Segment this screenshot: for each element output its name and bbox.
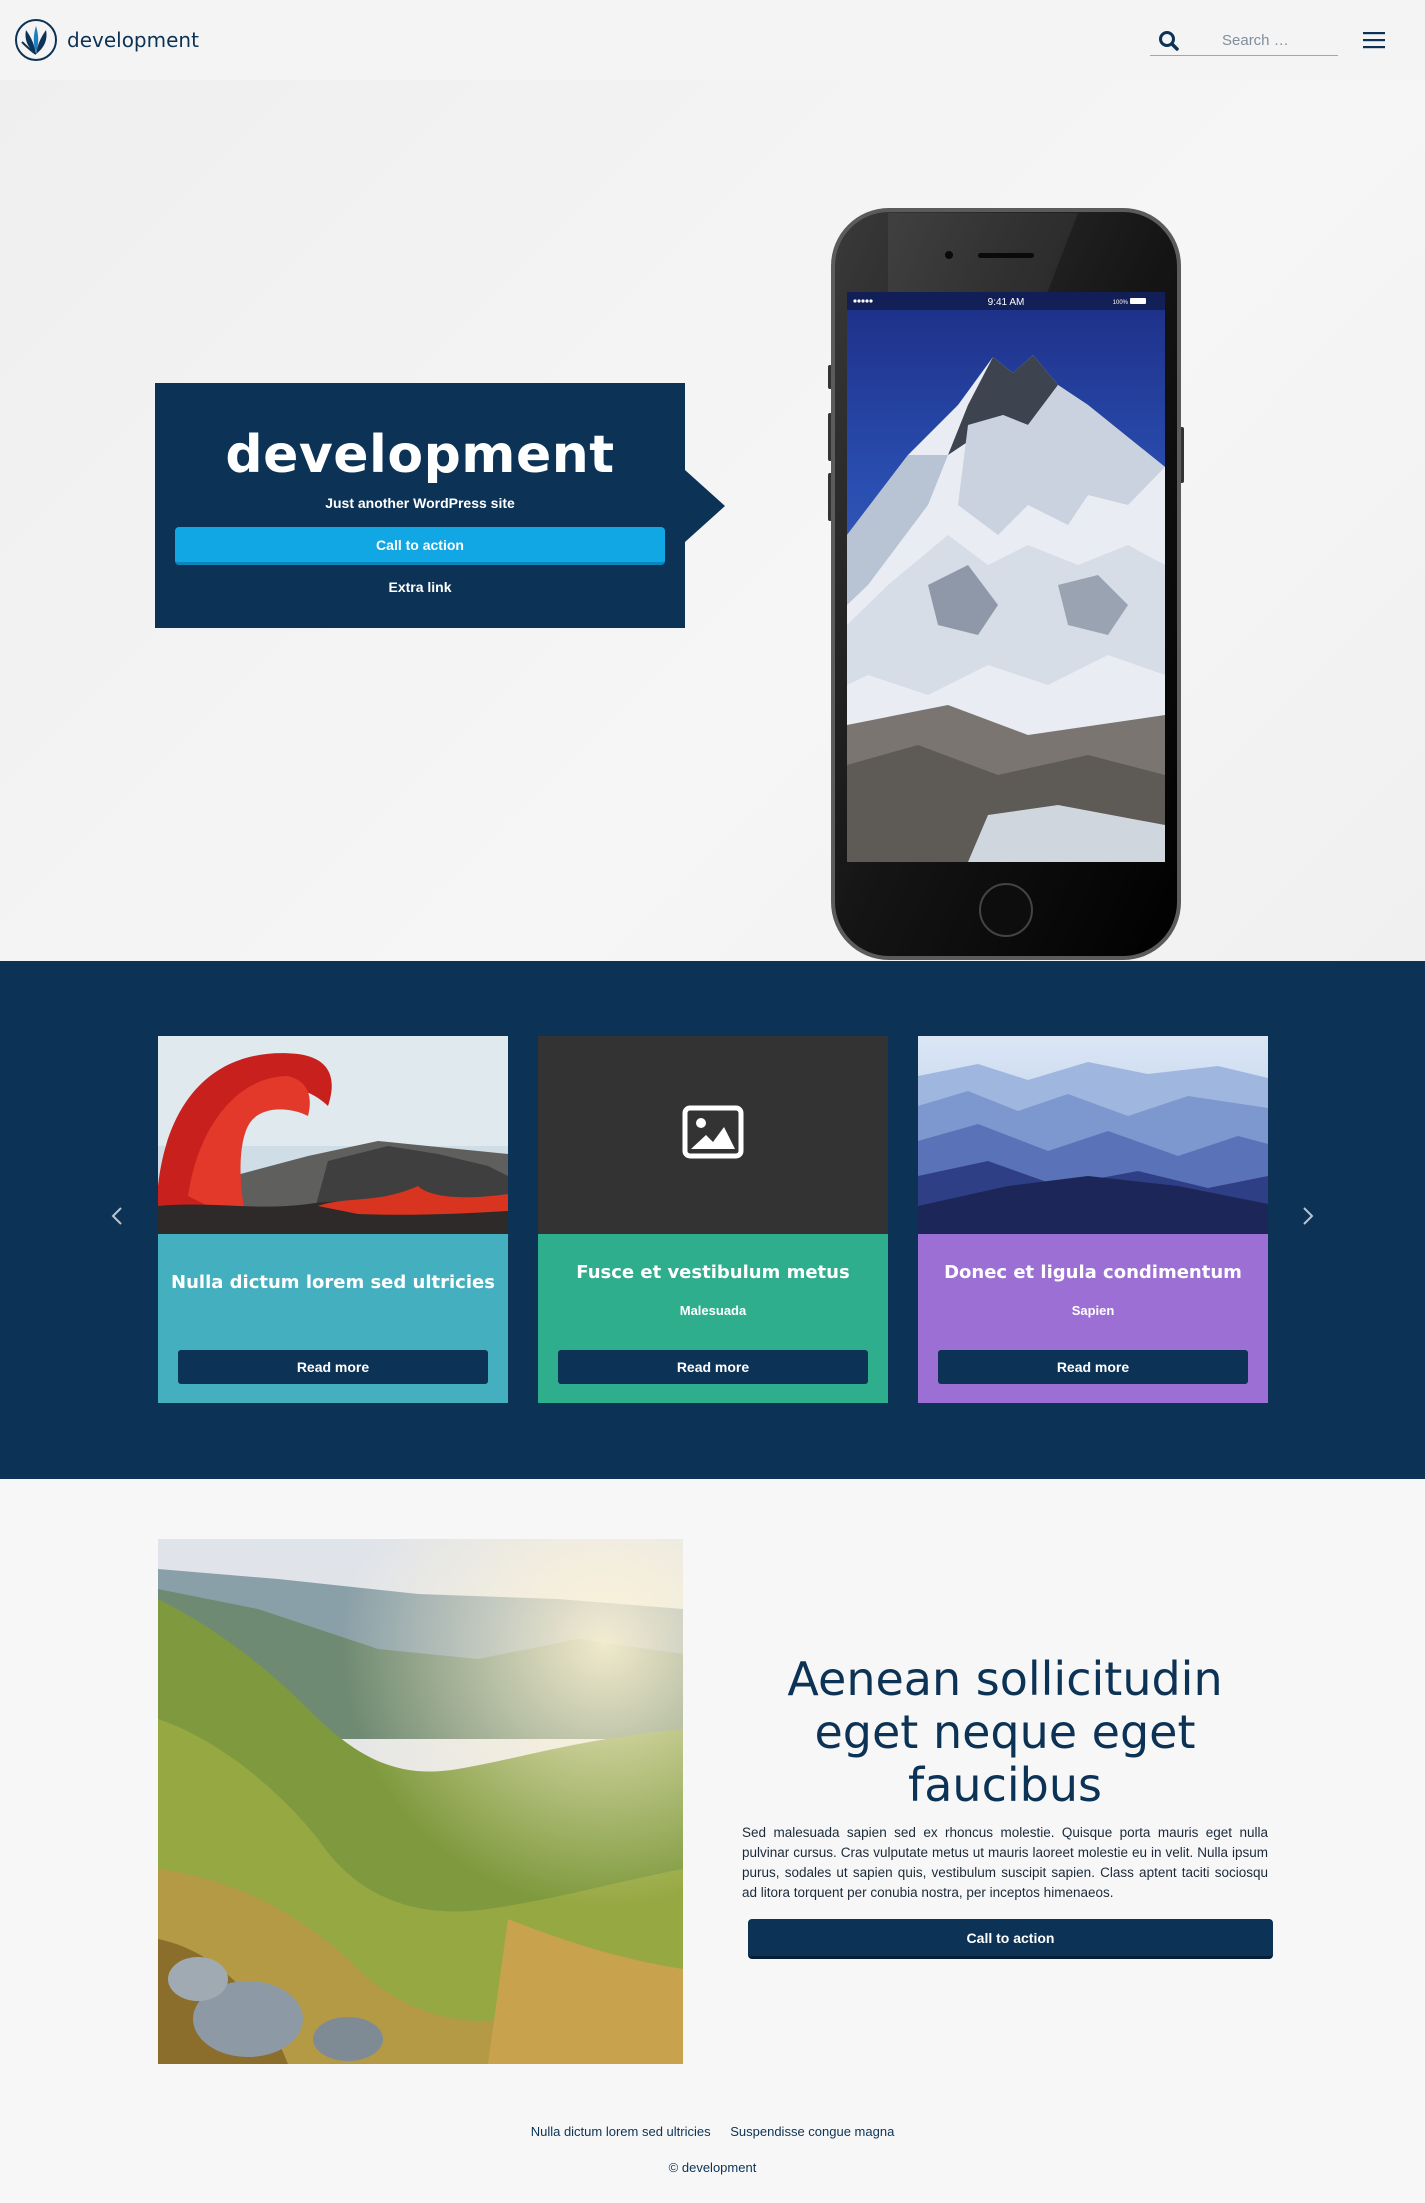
card-body: Fusce et vestibulum metus Malesuada Read… bbox=[538, 1234, 888, 1403]
volcano-lava-photo bbox=[158, 1036, 508, 1234]
footer-navigation: Nulla dictum lorem sed ultricies Suspend… bbox=[0, 2124, 1425, 2139]
feature-call-to-action-button[interactable]: Call to action bbox=[748, 1919, 1273, 1959]
feature-body-text: Sed malesuada sapien sed ex rhoncus mole… bbox=[742, 1825, 1268, 1900]
footer-copyright: © development bbox=[668, 2160, 757, 2175]
leaf-logo-icon bbox=[15, 19, 57, 61]
phone-battery-icon bbox=[1130, 298, 1146, 304]
phone-status-time: 9:41 AM bbox=[988, 297, 1025, 308]
post-card[interactable]: Nulla dictum lorem sed ultricies Read mo… bbox=[158, 1036, 508, 1403]
feature-heading: Aenean sollicitudin eget neque eget fauc… bbox=[787, 1652, 1223, 1812]
featured-posts-carousel: Nulla dictum lorem sed ultricies Read mo… bbox=[0, 961, 1425, 1479]
search-bar bbox=[1150, 26, 1338, 56]
card-title: Fusce et vestibulum metus bbox=[576, 1262, 850, 1283]
site-header: development bbox=[0, 0, 1425, 80]
hero-section: development Just another WordPress site … bbox=[0, 80, 1425, 961]
post-card[interactable]: Donec et ligula condimentum Sapien Read … bbox=[918, 1036, 1268, 1403]
chevron-right-icon[interactable] bbox=[1293, 1201, 1323, 1231]
card-image bbox=[918, 1036, 1268, 1234]
image-placeholder-icon bbox=[682, 1105, 744, 1159]
hero-subtitle: Just another WordPress site bbox=[325, 495, 515, 511]
card-title: Donec et ligula condimentum bbox=[944, 1262, 1242, 1283]
card-subtitle: Malesuada bbox=[679, 1303, 747, 1318]
search-input[interactable] bbox=[1222, 28, 1334, 52]
phone-battery-label: 100% bbox=[1113, 300, 1129, 306]
search-icon[interactable] bbox=[1156, 28, 1182, 54]
misty-mountains-photo bbox=[918, 1036, 1268, 1234]
feature-section: Aenean sollicitudin eget neque eget fauc… bbox=[0, 1479, 1425, 2203]
hero-extra-link[interactable]: Extra link bbox=[388, 579, 451, 595]
card-body: Donec et ligula condimentum Sapien Read … bbox=[918, 1234, 1268, 1403]
hero-panel: development Just another WordPress site … bbox=[155, 383, 685, 628]
card-image bbox=[158, 1036, 508, 1234]
phone-mockup: 9:41 AM 100% bbox=[828, 208, 1184, 960]
card-title: Nulla dictum lorem sed ultricies bbox=[171, 1272, 495, 1293]
hero-title: development bbox=[225, 425, 615, 485]
read-more-button[interactable]: Read more bbox=[178, 1350, 488, 1384]
hamburger-menu-icon[interactable] bbox=[1362, 28, 1386, 52]
card-body: Nulla dictum lorem sed ultricies Read mo… bbox=[158, 1234, 508, 1403]
post-card[interactable]: Fusce et vestibulum metus Malesuada Read… bbox=[538, 1036, 888, 1403]
feature-landscape-photo bbox=[158, 1539, 683, 2064]
hero-call-to-action-button[interactable]: Call to action bbox=[175, 527, 665, 565]
footer-link[interactable]: Nulla dictum lorem sed ultricies bbox=[531, 2124, 711, 2139]
read-more-button[interactable]: Read more bbox=[938, 1350, 1248, 1384]
hero-panel-pointer bbox=[685, 470, 725, 542]
site-brand[interactable]: development bbox=[14, 18, 199, 62]
read-more-button[interactable]: Read more bbox=[558, 1350, 868, 1384]
footer-link[interactable]: Suspendisse congue magna bbox=[730, 2124, 894, 2139]
chevron-left-icon[interactable] bbox=[102, 1201, 132, 1231]
site-name: development bbox=[67, 28, 199, 52]
card-image bbox=[538, 1036, 888, 1234]
card-subtitle: Sapien bbox=[1071, 1303, 1115, 1318]
